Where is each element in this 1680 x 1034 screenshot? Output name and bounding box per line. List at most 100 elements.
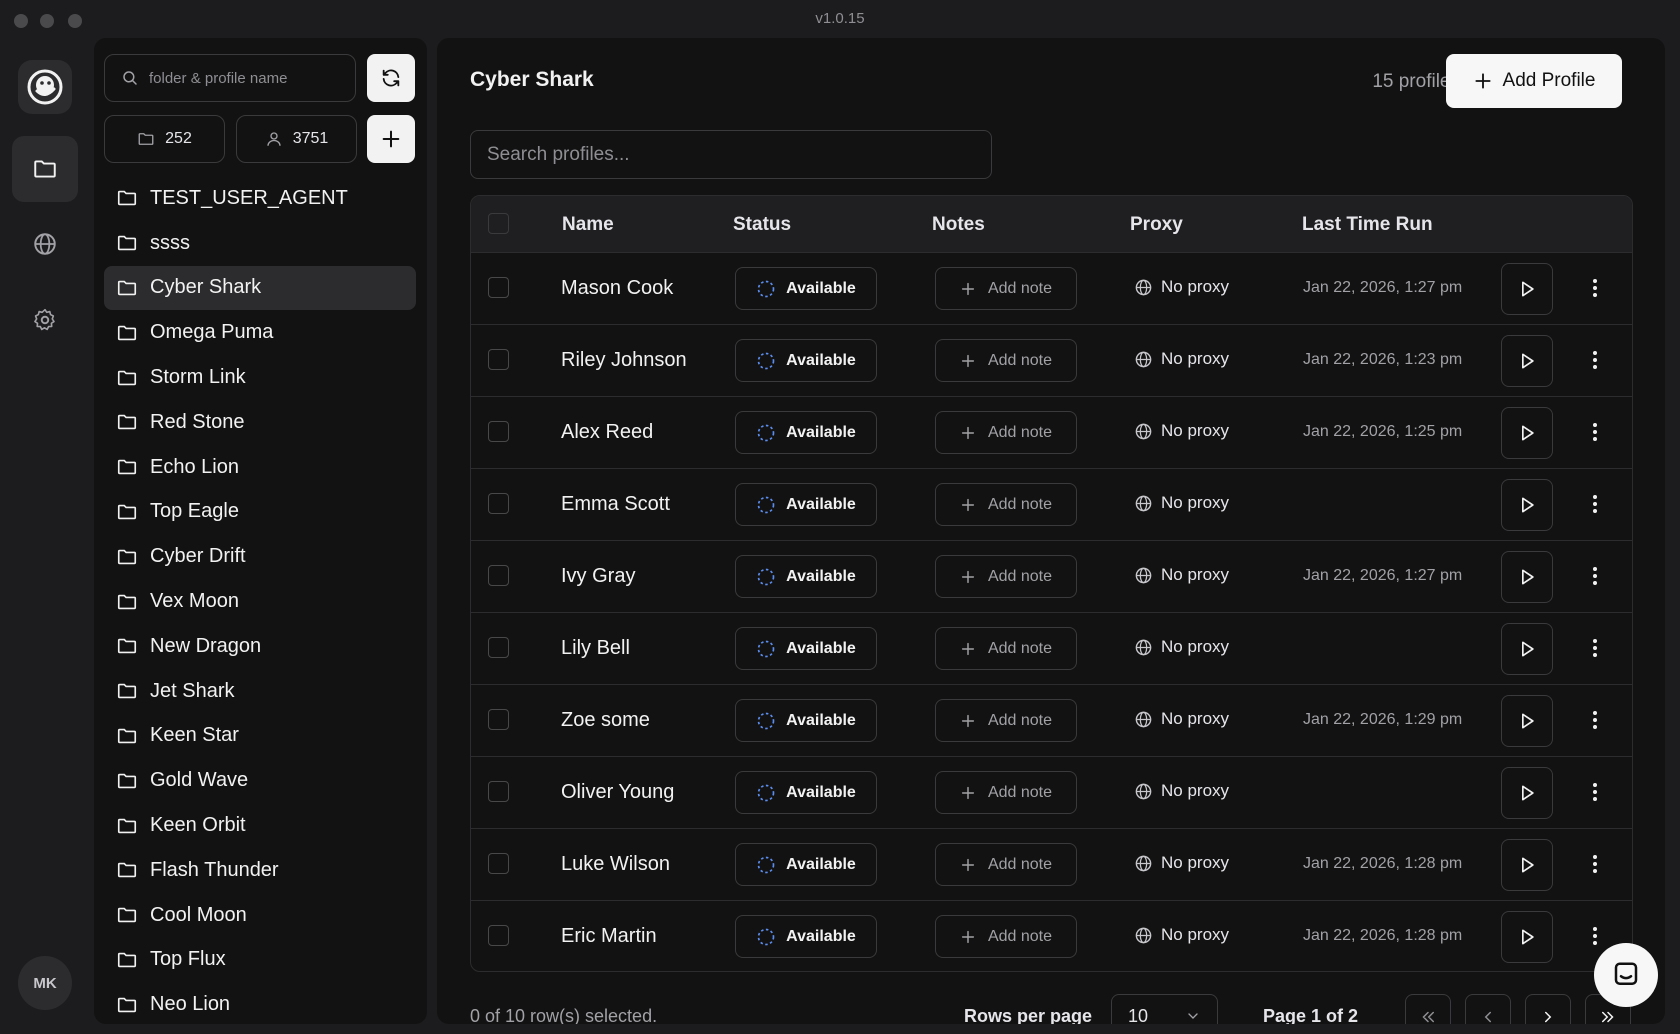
row-checkbox[interactable] — [488, 637, 509, 658]
add-note-button[interactable]: Add note — [935, 771, 1077, 814]
run-profile-button[interactable] — [1501, 407, 1553, 459]
nav-proxy-button[interactable] — [12, 211, 78, 277]
row-more-button[interactable] — [1583, 271, 1607, 305]
run-profile-button[interactable] — [1501, 767, 1553, 819]
folder-item[interactable]: ssss — [104, 221, 416, 266]
folder-item[interactable]: Omega Puma — [104, 310, 416, 355]
support-chat-button[interactable] — [1594, 943, 1658, 1007]
run-profile-button[interactable] — [1501, 263, 1553, 315]
status-badge[interactable]: Available — [735, 267, 877, 310]
table-row[interactable]: Riley Johnson Available Add note No proxy Ja… — [471, 324, 1632, 396]
rows-per-page-select[interactable]: 10 — [1111, 994, 1218, 1024]
run-profile-button[interactable] — [1501, 623, 1553, 675]
folder-item[interactable]: Cool Moon — [104, 893, 416, 938]
table-row[interactable]: Lily Bell Available Add note No proxy — [471, 612, 1632, 684]
row-checkbox[interactable] — [488, 709, 509, 730]
folder-item[interactable]: Keen Orbit — [104, 803, 416, 848]
next-page-button[interactable] — [1525, 994, 1571, 1024]
folder-item[interactable]: Top Flux — [104, 938, 416, 983]
nav-settings-button[interactable] — [12, 287, 78, 353]
add-note-button[interactable]: Add note — [935, 627, 1077, 670]
run-profile-button[interactable] — [1501, 335, 1553, 387]
row-more-button[interactable] — [1583, 631, 1607, 665]
folder-search[interactable] — [104, 54, 356, 102]
app-logo[interactable] — [18, 60, 72, 114]
row-more-button[interactable] — [1583, 847, 1607, 881]
status-badge[interactable]: Available — [735, 483, 877, 526]
column-header-last-run[interactable]: Last Time Run — [1302, 214, 1433, 236]
row-checkbox[interactable] — [488, 925, 509, 946]
nav-folders-button[interactable] — [12, 136, 78, 202]
row-more-button[interactable] — [1583, 919, 1607, 953]
add-note-button[interactable]: Add note — [935, 555, 1077, 598]
add-note-button[interactable]: Add note — [935, 339, 1077, 382]
status-badge[interactable]: Available — [735, 771, 877, 814]
status-badge[interactable]: Available — [735, 915, 877, 958]
row-more-button[interactable] — [1583, 703, 1607, 737]
folder-item[interactable]: Flash Thunder — [104, 848, 416, 893]
user-avatar[interactable]: MK — [18, 956, 72, 1010]
column-header-status[interactable]: Status — [733, 214, 791, 236]
previous-page-button[interactable] — [1465, 994, 1511, 1024]
folder-item[interactable]: Red Stone — [104, 400, 416, 445]
row-checkbox[interactable] — [488, 781, 509, 802]
add-note-button[interactable]: Add note — [935, 267, 1077, 310]
window-scrollbar[interactable] — [1668, 38, 1676, 1024]
folder-item[interactable]: Cyber Drift — [104, 534, 416, 579]
folder-count-button[interactable]: 252 — [104, 115, 225, 163]
table-row[interactable]: Mason Cook Available Add note No proxy Jan 2… — [471, 252, 1632, 324]
folder-item[interactable]: Cyber Shark — [104, 265, 416, 311]
row-more-button[interactable] — [1583, 343, 1607, 377]
row-checkbox[interactable] — [488, 853, 509, 874]
table-row[interactable]: Eric Martin Available Add note No proxy Jan … — [471, 900, 1632, 971]
refresh-button[interactable] — [367, 54, 415, 102]
folder-item[interactable]: Top Eagle — [104, 490, 416, 535]
status-badge[interactable]: Available — [735, 843, 877, 886]
folder-item[interactable]: Vex Moon — [104, 579, 416, 624]
run-profile-button[interactable] — [1501, 911, 1553, 963]
status-badge[interactable]: Available — [735, 699, 877, 742]
folder-item[interactable]: Gold Wave — [104, 758, 416, 803]
row-more-button[interactable] — [1583, 487, 1607, 521]
row-checkbox[interactable] — [488, 421, 509, 442]
row-checkbox[interactable] — [488, 493, 509, 514]
run-profile-button[interactable] — [1501, 695, 1553, 747]
run-profile-button[interactable] — [1501, 551, 1553, 603]
add-note-button[interactable]: Add note — [935, 411, 1077, 454]
column-header-notes[interactable]: Notes — [932, 214, 985, 236]
row-checkbox[interactable] — [488, 565, 509, 586]
row-checkbox[interactable] — [488, 349, 509, 370]
folder-item[interactable]: TEST_USER_AGENT — [104, 176, 416, 221]
table-row[interactable]: Emma Scott Available Add note No proxy — [471, 468, 1632, 540]
add-note-button[interactable]: Add note — [935, 843, 1077, 886]
add-note-button[interactable]: Add note — [935, 915, 1077, 958]
status-badge[interactable]: Available — [735, 555, 877, 598]
add-note-button[interactable]: Add note — [935, 483, 1077, 526]
status-badge[interactable]: Available — [735, 627, 877, 670]
folder-item[interactable]: New Dragon — [104, 624, 416, 669]
profile-search-input[interactable] — [487, 143, 967, 166]
select-all-checkbox[interactable] — [488, 213, 509, 234]
status-badge[interactable]: Available — [735, 411, 877, 454]
row-more-button[interactable] — [1583, 415, 1607, 449]
profile-search[interactable] — [470, 130, 992, 179]
folder-item[interactable]: Keen Star — [104, 714, 416, 759]
status-badge[interactable]: Available — [735, 339, 877, 382]
folder-item[interactable]: Jet Shark — [104, 669, 416, 714]
table-row[interactable]: Luke Wilson Available Add note No proxy Jan … — [471, 828, 1632, 900]
table-row[interactable]: Oliver Young Available Add note No proxy — [471, 756, 1632, 828]
run-profile-button[interactable] — [1501, 839, 1553, 891]
row-more-button[interactable] — [1583, 775, 1607, 809]
folder-item[interactable]: Echo Lion — [104, 445, 416, 490]
profile-count-button[interactable]: 3751 — [236, 115, 357, 163]
add-folder-button[interactable] — [367, 115, 415, 163]
table-row[interactable]: Alex Reed Available Add note No proxy Jan 22… — [471, 396, 1632, 468]
add-note-button[interactable]: Add note — [935, 699, 1077, 742]
folder-item[interactable]: Storm Link — [104, 355, 416, 400]
run-profile-button[interactable] — [1501, 479, 1553, 531]
row-more-button[interactable] — [1583, 559, 1607, 593]
folder-search-input[interactable] — [149, 69, 349, 87]
add-profile-button[interactable]: Add Profile — [1446, 54, 1622, 108]
table-row[interactable]: Zoe some Available Add note No proxy Jan 22,… — [471, 684, 1632, 756]
column-header-proxy[interactable]: Proxy — [1130, 214, 1183, 236]
